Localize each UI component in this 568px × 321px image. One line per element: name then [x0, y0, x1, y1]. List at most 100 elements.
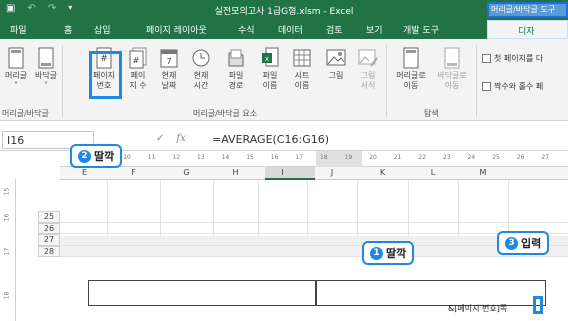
insert-function-icon[interactable]: fx — [176, 133, 185, 144]
callout-2: 2 딸깍 — [70, 144, 123, 168]
go-to-header-button[interactable]: 머리글로 이동 — [392, 47, 430, 91]
svg-text:7: 7 — [166, 57, 171, 66]
ruler-tick: 23 — [443, 154, 451, 161]
tab-formulas[interactable]: 수식 — [238, 23, 255, 36]
sheet-name-label-2: 이름 — [294, 81, 310, 90]
ribbon-separator — [476, 45, 477, 117]
tab-review[interactable]: 검토 — [326, 23, 343, 36]
tab-design[interactable]: 디자인 — [487, 20, 568, 50]
vertical-ruler-tick: 16 — [3, 213, 11, 222]
footer-right-text[interactable]: &[페이지 번호]쪽 — [448, 303, 507, 314]
column-header-g[interactable]: G — [160, 168, 213, 177]
input-highlight — [533, 296, 543, 314]
row-header-25[interactable]: 25 — [38, 211, 60, 223]
ruler-tick: 15 — [246, 154, 254, 161]
ruler-tick: 24 — [467, 154, 476, 161]
grid-row[interactable] — [60, 211, 568, 223]
column-header-h[interactable]: H — [213, 168, 258, 177]
file-path-label-2: 경로 — [228, 81, 244, 90]
tab-developer[interactable]: 개발 도구 — [403, 23, 439, 36]
row-header-28[interactable]: 28 — [38, 245, 60, 257]
svg-text:#: # — [133, 56, 140, 65]
go-to-footer-button[interactable]: 바닥글로 이동 — [432, 47, 472, 91]
tab-data[interactable]: 데이터 — [278, 23, 303, 36]
file-name-button[interactable]: x 파일 이름 — [254, 47, 286, 91]
column-header-m[interactable]: M — [458, 168, 508, 177]
file-name-icon: x — [262, 47, 279, 67]
row-header-26[interactable]: 26 — [38, 222, 60, 234]
vertical-ruler-tick: 18 — [3, 291, 11, 300]
svg-text:x: x — [265, 55, 269, 63]
grid-row[interactable] — [60, 234, 568, 246]
column-header-e[interactable]: E — [62, 168, 107, 177]
grid-row[interactable] — [60, 246, 568, 257]
format-picture-label-2: 서식 — [360, 81, 376, 90]
file-path-button[interactable]: 파일 경로 — [220, 47, 252, 91]
group-label-header-footer: 머리글/바닥글 — [2, 109, 49, 118]
different-odd-even-checkbox[interactable] — [482, 82, 491, 91]
enter-icon[interactable]: ✓ — [156, 133, 164, 144]
page-count-button[interactable]: # 페이 지 수 — [122, 47, 154, 91]
column-header-k[interactable]: K — [357, 168, 408, 177]
tab-page-layout[interactable]: 페이지 레이아웃 — [146, 23, 207, 36]
group-label-elements: 머리글/바닥글 요소 — [193, 109, 258, 118]
different-odd-even-option[interactable]: 짝수와 홀수 페 — [482, 81, 543, 92]
page-count-label-2: 지 수 — [129, 81, 147, 90]
column-header-i[interactable]: I — [258, 168, 307, 177]
file-name-label-2: 이름 — [262, 81, 278, 90]
tab-insert[interactable]: 삽입 — [94, 23, 111, 36]
tab-view[interactable]: 보기 — [366, 23, 383, 36]
formula-input[interactable]: =AVERAGE(C16:G16) — [212, 133, 329, 146]
ruler-tick: 26 — [516, 154, 525, 161]
sheet-name-label-1: 시트 — [294, 71, 310, 80]
tab-file[interactable]: 파일 — [10, 23, 27, 36]
header-icon — [8, 47, 24, 69]
current-date-button[interactable]: 7 현재 날짜 — [153, 47, 185, 91]
tab-home[interactable]: 홈 — [64, 23, 72, 36]
footer-button[interactable]: 바닥글 ˅ — [30, 47, 62, 91]
clock-icon — [192, 49, 210, 67]
grid-row[interactable] — [60, 223, 568, 234]
footer-button-dropdown: ˅ — [44, 81, 48, 90]
sheet-name-icon — [293, 49, 311, 67]
callout-3-text: 입력 — [521, 237, 542, 250]
go-to-header-icon — [403, 47, 419, 69]
ruler-tick: 17 — [295, 154, 304, 161]
current-time-button[interactable]: 현재 시간 — [185, 47, 217, 91]
different-odd-even-label: 짝수와 홀수 페 — [494, 82, 544, 91]
ruler-tick: 25 — [492, 154, 500, 161]
ruler-tick: 14 — [221, 154, 230, 161]
callout-1: 1 딸깍 — [362, 241, 415, 265]
page-number-highlight — [89, 51, 122, 99]
ruler-tick: 13 — [197, 154, 205, 161]
callout-3-number: 3 — [505, 236, 518, 250]
callout-1-text: 딸깍 — [386, 247, 407, 260]
current-time-label-2: 시간 — [193, 81, 209, 90]
row-header-27[interactable]: 27 — [38, 234, 60, 246]
ribbon-tabs: 파일 홈 삽입 페이지 레이아웃 수식 데이터 검토 보기 개발 도구 디자인 — [0, 20, 568, 50]
footer-center-section[interactable] — [88, 280, 316, 306]
go-to-footer-label-1: 바닥글로 — [437, 71, 467, 80]
column-header-j[interactable]: J — [307, 168, 357, 177]
sheet-name-button[interactable]: 시트 이름 — [286, 47, 318, 91]
callout-2-text: 딸깍 — [94, 150, 115, 163]
ruler-tick: 22 — [418, 154, 427, 161]
ruler-tick: 11 — [147, 154, 156, 161]
column-header-f[interactable]: F — [107, 168, 160, 177]
ruler-tick: 20 — [369, 154, 377, 161]
column-header-l[interactable]: L — [408, 168, 458, 177]
callout-2-number: 2 — [78, 149, 91, 163]
window-title: 실전모의고사 1급G형.xlsm - Excel — [214, 7, 354, 17]
ruler-tick: 16 — [270, 154, 279, 161]
format-picture-button[interactable]: 그림 서식 — [352, 47, 384, 91]
vertical-ruler-tick: 17 — [3, 247, 11, 256]
different-first-page-checkbox[interactable] — [482, 54, 491, 63]
header-button[interactable]: 머리글 ˅ — [0, 47, 32, 91]
different-first-page-option[interactable]: 첫 페이지를 다 — [482, 53, 543, 64]
ruler-tick: 10 — [123, 154, 131, 161]
footer-right-section[interactable] — [316, 280, 546, 306]
picture-icon — [326, 49, 346, 66]
picture-button[interactable]: 그림 — [320, 47, 352, 81]
file-path-icon — [228, 49, 244, 67]
format-picture-label-1: 그림 — [360, 71, 376, 80]
